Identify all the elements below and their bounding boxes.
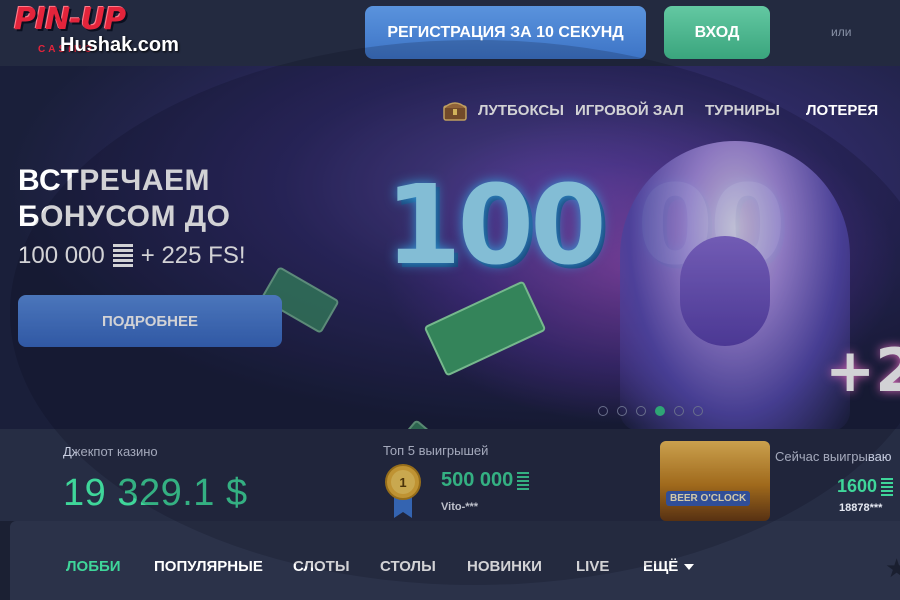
category-more-label: ЕЩЁ <box>643 558 679 575</box>
coin-icon <box>881 477 894 496</box>
now-winning-label: Сейчас выигрываю <box>775 449 892 464</box>
more-button[interactable]: ПОДРОБНЕЕ <box>18 295 282 347</box>
coin-icon <box>112 244 133 268</box>
slider-dot-active[interactable] <box>655 406 665 416</box>
hero-plus-number: +2 <box>825 336 900 406</box>
category-more-dropdown[interactable]: ЕЩЁ <box>643 558 695 575</box>
medal-icon: 1 <box>385 464 421 518</box>
menu-game-hall[interactable]: ИГРОВОЙ ЗАЛ <box>575 102 684 119</box>
coin-icon <box>517 471 530 490</box>
top5-user: Vito-*** <box>441 501 479 513</box>
hero-bonus-text: 100 000 + 225 FS! <box>18 242 246 270</box>
or-text: или <box>831 25 852 39</box>
now-winning-amount-text: 1600 <box>837 476 878 496</box>
category-slots[interactable]: СЛОТЫ <box>293 558 350 575</box>
category-tables[interactable]: СТОЛЫ <box>380 558 436 575</box>
slider-dot[interactable] <box>693 406 703 416</box>
chevron-down-icon <box>684 564 695 571</box>
menu-tournaments[interactable]: ТУРНИРЫ <box>705 102 780 119</box>
top5-amount-text: 500 000 <box>441 469 514 491</box>
top5-amount: 500 000 <box>441 469 530 492</box>
jackpot-value: 19 329.1 $ <box>63 472 248 514</box>
menu-lootboxes[interactable]: ЛУТБОКСЫ <box>478 102 564 119</box>
hero-title-line1: ВСТРЕЧАЕМ <box>18 164 211 197</box>
logo-text: PIN-UP <box>14 2 126 37</box>
game-thumbnail[interactable]: BEER O'CLOCK <box>660 441 770 521</box>
slider-dot[interactable] <box>636 406 646 416</box>
slider-dots <box>598 406 703 416</box>
login-button[interactable]: ВХОД <box>664 6 770 59</box>
menu-lottery[interactable]: ЛОТЕРЕЯ <box>806 102 878 119</box>
site-header: PIN-UP CASINO Hushak.com РЕГИСТРАЦИЯ ЗА … <box>0 0 900 66</box>
hero-banner[interactable]: 100 00 +2 ЛУТБОКСЫ ИГРОВОЙ ЗАЛ ТУРНИРЫ Л… <box>0 66 900 429</box>
hero-title-line2: БОНУСОМ ДО <box>18 200 231 233</box>
watermark: Hushak.com <box>60 34 179 56</box>
slider-dot[interactable] <box>674 406 684 416</box>
jackpot-label: Джекпот казино <box>63 444 158 459</box>
chest-icon <box>443 102 467 121</box>
slider-dot[interactable] <box>617 406 627 416</box>
hero-bonus-rest: + 225 FS! <box>140 242 246 269</box>
register-button[interactable]: РЕГИСТРАЦИЯ ЗА 10 СЕКУНД <box>365 6 646 59</box>
star-icon[interactable]: ★ <box>885 553 900 584</box>
money-image <box>377 419 443 429</box>
hero-bonus-amount: 100 000 <box>18 242 105 269</box>
now-winning-user: 18878*** <box>839 502 883 514</box>
top5-label: Топ 5 выигрышей <box>383 443 489 458</box>
category-lobby[interactable]: ЛОББИ <box>66 558 121 575</box>
stats-bar: Джекпот казино 19 329.1 $ Топ 5 выигрыше… <box>0 429 900 521</box>
category-new[interactable]: НОВИНКИ <box>467 558 542 575</box>
slider-dot[interactable] <box>598 406 608 416</box>
hero-title: ВСТРЕЧАЕМ БОНУСОМ ДО <box>18 163 231 235</box>
category-popular[interactable]: ПОПУЛЯРНЫЕ <box>154 558 263 575</box>
hero-character-face <box>680 236 770 346</box>
game-thumbnail-title: BEER O'CLOCK <box>666 491 751 506</box>
category-live[interactable]: LIVE <box>576 558 609 575</box>
medal-rank: 1 <box>399 475 406 490</box>
category-nav: ЛОББИ ПОПУЛЯРНЫЕ СЛОТЫ СТОЛЫ НОВИНКИ LIV… <box>10 521 900 600</box>
now-winning-amount: 1600 <box>837 476 894 497</box>
